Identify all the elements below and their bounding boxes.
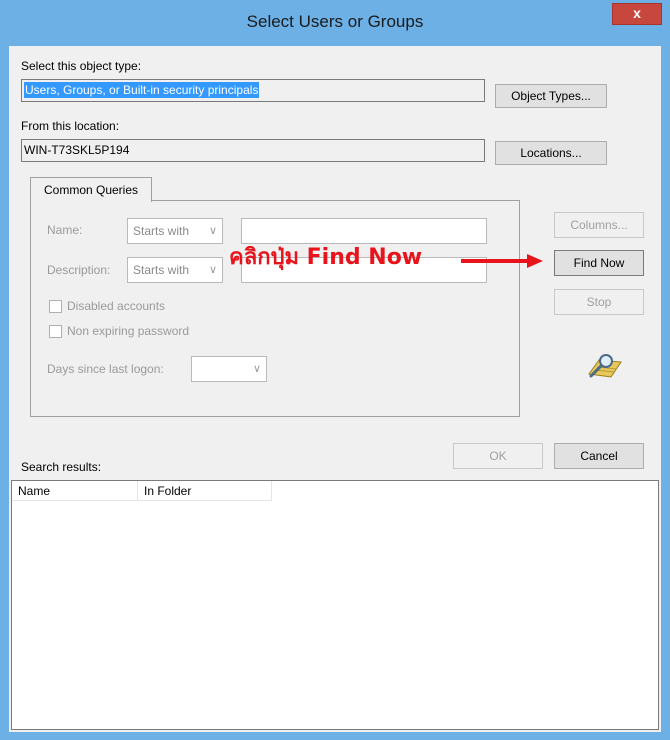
object-type-value: Users, Groups, or Built-in security prin… bbox=[24, 82, 260, 98]
location-field[interactable]: WIN-T73SKL5P194 bbox=[21, 139, 485, 162]
non-expiring-password-label: Non expiring password bbox=[67, 324, 190, 338]
location-value: WIN-T73SKL5P194 bbox=[24, 143, 130, 157]
description-label: Description: bbox=[47, 263, 111, 277]
location-label: From this location: bbox=[21, 119, 120, 133]
column-header-name[interactable]: Name bbox=[12, 481, 138, 501]
search-results-list[interactable]: Name In Folder bbox=[11, 480, 659, 730]
locations-button[interactable]: Locations... bbox=[495, 141, 607, 165]
columns-button[interactable]: Columns... bbox=[554, 212, 644, 238]
search-results-label: Search results: bbox=[21, 460, 102, 474]
chevron-down-icon: ∨ bbox=[208, 264, 217, 276]
window-title: Select Users or Groups bbox=[246, 12, 424, 31]
disabled-accounts-checkbox[interactable] bbox=[49, 300, 62, 313]
object-types-button[interactable]: Object Types... bbox=[495, 84, 607, 108]
dialog-window: Select Users or Groups x Select this obj… bbox=[0, 0, 670, 740]
search-folder-icon bbox=[581, 352, 623, 380]
close-button[interactable]: x bbox=[612, 3, 662, 25]
name-label: Name: bbox=[47, 223, 83, 237]
tab-common-queries[interactable]: Common Queries bbox=[30, 177, 152, 202]
name-mode-dropdown[interactable]: Starts with ∨ bbox=[127, 218, 223, 244]
days-since-logon-label: Days since last logon: bbox=[47, 362, 164, 376]
object-type-field[interactable]: Users, Groups, or Built-in security prin… bbox=[21, 79, 485, 102]
days-since-logon-dropdown[interactable]: ∨ bbox=[191, 356, 267, 382]
column-header-in-folder[interactable]: In Folder bbox=[138, 481, 272, 501]
non-expiring-password-checkbox[interactable] bbox=[49, 325, 62, 338]
instruction-annotation: คลิกปุ่ม Find Now bbox=[229, 245, 423, 270]
find-now-button[interactable]: Find Now bbox=[554, 250, 644, 276]
arrow-right-icon bbox=[461, 254, 543, 268]
stop-button[interactable]: Stop bbox=[554, 289, 644, 315]
dialog-body: Select this object type: Users, Groups, … bbox=[9, 46, 661, 732]
description-mode-value: Starts with bbox=[133, 263, 190, 277]
cancel-button[interactable]: Cancel bbox=[554, 443, 644, 469]
object-type-label: Select this object type: bbox=[21, 59, 142, 73]
ok-button[interactable]: OK bbox=[453, 443, 543, 469]
name-mode-value: Starts with bbox=[133, 224, 190, 238]
description-mode-dropdown[interactable]: Starts with ∨ bbox=[127, 257, 223, 283]
chevron-down-icon: ∨ bbox=[252, 363, 261, 375]
disabled-accounts-label: Disabled accounts bbox=[67, 299, 166, 313]
title-bar[interactable]: Select Users or Groups x bbox=[0, 0, 670, 46]
chevron-down-icon: ∨ bbox=[208, 225, 217, 237]
